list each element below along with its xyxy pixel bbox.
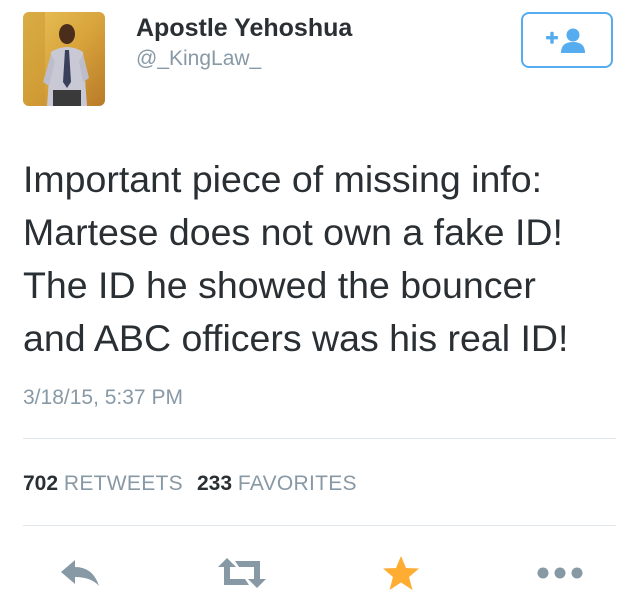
retweets-stat[interactable]: 702 RETWEETS [23,472,183,495]
tweet-text-line: The ID he showed the bouncer [23,264,536,306]
favorite-button[interactable] [376,553,426,593]
tweet-text: Important piece of missing info: Martese… [23,153,623,365]
tweet-text-line: and ABC officers was his real ID! [23,317,569,359]
more-dots-icon [537,567,583,579]
retweet-button[interactable] [212,553,272,593]
reply-button[interactable] [52,553,108,593]
reply-icon [61,560,99,586]
user-handle[interactable]: @_KingLaw_ [136,45,261,73]
tweet-timestamp: 3/18/15, 5:37 PM [23,386,183,409]
avatar-photo-icon [23,12,105,106]
favorites-count: 233 [196,472,233,495]
tweet-text-line: Martese does not own a fake ID! [23,211,563,253]
retweet-icon [218,558,266,588]
divider [23,525,616,526]
retweets-count: 702 [23,472,59,495]
add-follow-icon [546,28,585,53]
favorites-stat[interactable]: 233 FAVORITES [197,472,357,495]
display-name[interactable]: Apostle Yehoshua [136,12,352,44]
follow-button[interactable] [521,12,613,68]
divider [23,438,616,439]
avatar[interactable] [23,12,105,106]
favorites-label: FAVORITES [237,472,357,495]
tweet-text-line: Important piece of missing info: [23,158,542,200]
tweet-stats: 702 RETWEETS 233 FAVORITES [23,470,357,498]
star-icon [383,556,419,590]
retweets-label: RETWEETS [63,472,183,495]
more-button[interactable] [530,553,590,593]
